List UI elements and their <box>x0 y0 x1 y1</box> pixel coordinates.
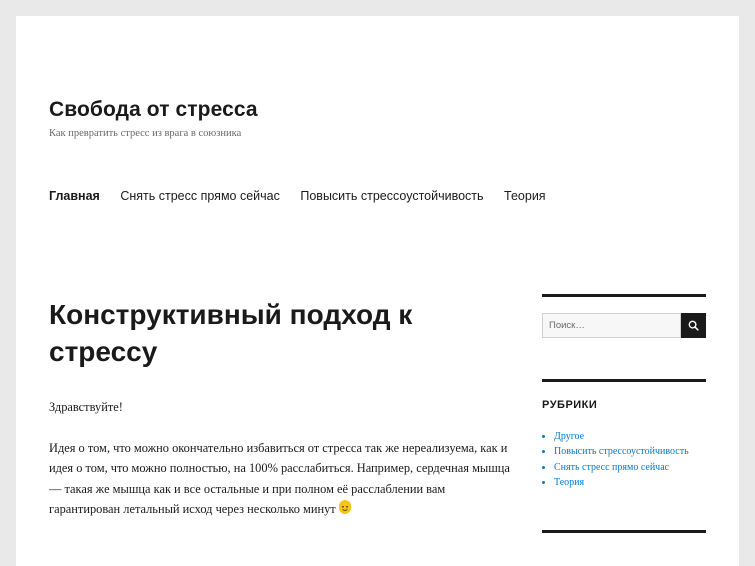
search-input[interactable] <box>542 313 681 338</box>
categories-widget: РУБРИКИ Другое Повысить стрессоустойчиво… <box>542 379 706 490</box>
slightly-smiling-face-icon <box>338 500 351 514</box>
search-button[interactable] <box>681 313 706 338</box>
nav-item-relieve-stress-now[interactable]: Снять стресс прямо сейчас <box>120 189 280 203</box>
post-content: Здравствуйте! Идея о том, что можно окон… <box>49 397 519 520</box>
page-container: Свобода от стресса Как превратить стресс… <box>16 16 739 566</box>
list-item: Повысить стрессоустойчивость <box>554 444 706 459</box>
sidebar: РУБРИКИ Другое Повысить стрессоустойчиво… <box>542 294 706 534</box>
category-link-other[interactable]: Другое <box>554 431 584 442</box>
search-icon <box>688 320 699 331</box>
categories-title: РУБРИКИ <box>542 399 598 411</box>
widget-divider <box>542 530 706 534</box>
categories-list: Другое Повысить стрессоустойчивость Снят… <box>542 429 706 490</box>
post-paragraph-text: Идея о том, что можно окончательно избав… <box>49 440 510 517</box>
widget-divider <box>542 294 706 297</box>
nav-item-theory[interactable]: Теория <box>504 189 546 203</box>
main-navigation: Главная Снять стресс прямо сейчас Повыси… <box>49 189 566 203</box>
site-title[interactable]: Свобода от стресса <box>49 98 258 122</box>
post-paragraph: Здравствуйте! <box>49 400 123 414</box>
category-link-increase-resilience[interactable]: Повысить стрессоустойчивость <box>554 446 689 457</box>
main-content: Конструктивный подход к стрессу Здравств… <box>49 296 519 540</box>
list-item: Теория <box>554 475 706 490</box>
category-link-relieve-stress-now[interactable]: Снять стресс прямо сейчас <box>554 462 669 473</box>
list-item: Снять стресс прямо сейчас <box>554 460 706 475</box>
widget-divider <box>542 379 706 382</box>
category-link-theory[interactable]: Теория <box>554 477 584 488</box>
nav-item-home[interactable]: Главная <box>49 189 100 203</box>
site-description: Как превратить стресс из врага в союзник… <box>49 128 242 139</box>
search-form <box>542 313 706 338</box>
list-item: Другое <box>554 429 706 444</box>
nav-item-increase-resilience[interactable]: Повысить стрессоустойчивость <box>300 189 483 203</box>
post-paragraph: Идея о том, что можно окончательно избав… <box>49 438 519 520</box>
next-widget <box>542 530 706 534</box>
post-title[interactable]: Конструктивный подход к стрессу <box>49 296 489 370</box>
